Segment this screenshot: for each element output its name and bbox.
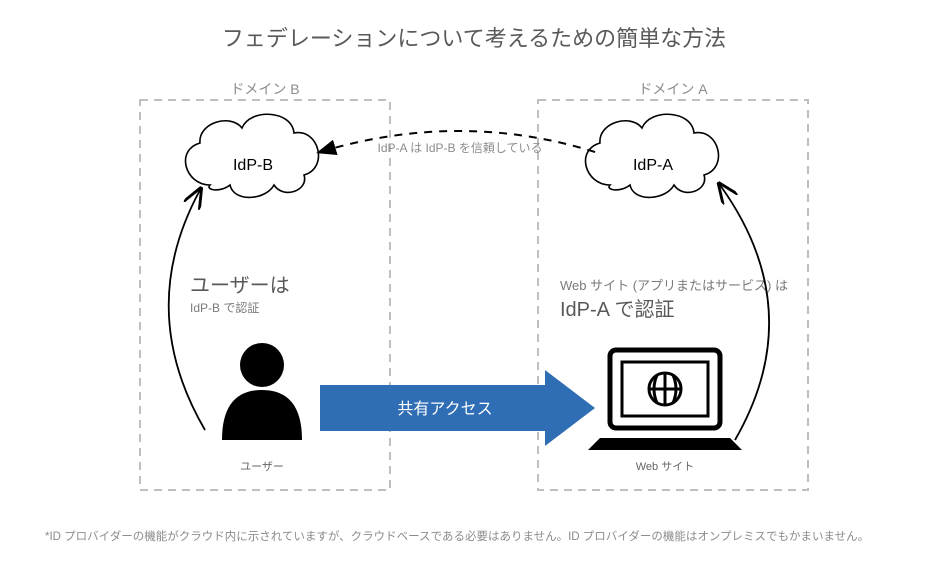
idp-a-label: IdP-A	[633, 157, 673, 174]
cloud-idp-a: IdP-A	[586, 114, 719, 197]
site-heading: Web サイト (アプリまたはサービス) は	[560, 278, 788, 293]
user-heading: ユーザーは	[190, 275, 290, 297]
idp-b-label: IdP-B	[233, 157, 273, 174]
domain-a-label: ドメイン A	[638, 81, 708, 97]
share-access-label: 共有アクセス	[397, 400, 492, 418]
diagram-title: フェデレーションについて考えるための簡単な方法	[222, 26, 726, 51]
footnote: *ID プロバイダーの機能がクラウド内に示されていますが、クラウドベースである必…	[45, 529, 869, 543]
user-icon	[222, 343, 302, 440]
site-auth-label: IdP-A で認証	[560, 298, 674, 321]
site-caption: Web サイト	[636, 460, 694, 473]
share-access-arrow: 共有アクセス	[320, 370, 595, 446]
cloud-idp-b: IdP-B	[186, 114, 319, 197]
user-caption: ユーザー	[240, 460, 284, 473]
site-to-idpa-arrow	[720, 185, 769, 440]
website-icon	[588, 350, 742, 450]
trust-label: IdP-A は IdP-B を信頼している	[377, 141, 542, 155]
domain-b-label: ドメイン B	[230, 81, 299, 97]
user-auth-label: IdP-B で認証	[190, 300, 259, 315]
